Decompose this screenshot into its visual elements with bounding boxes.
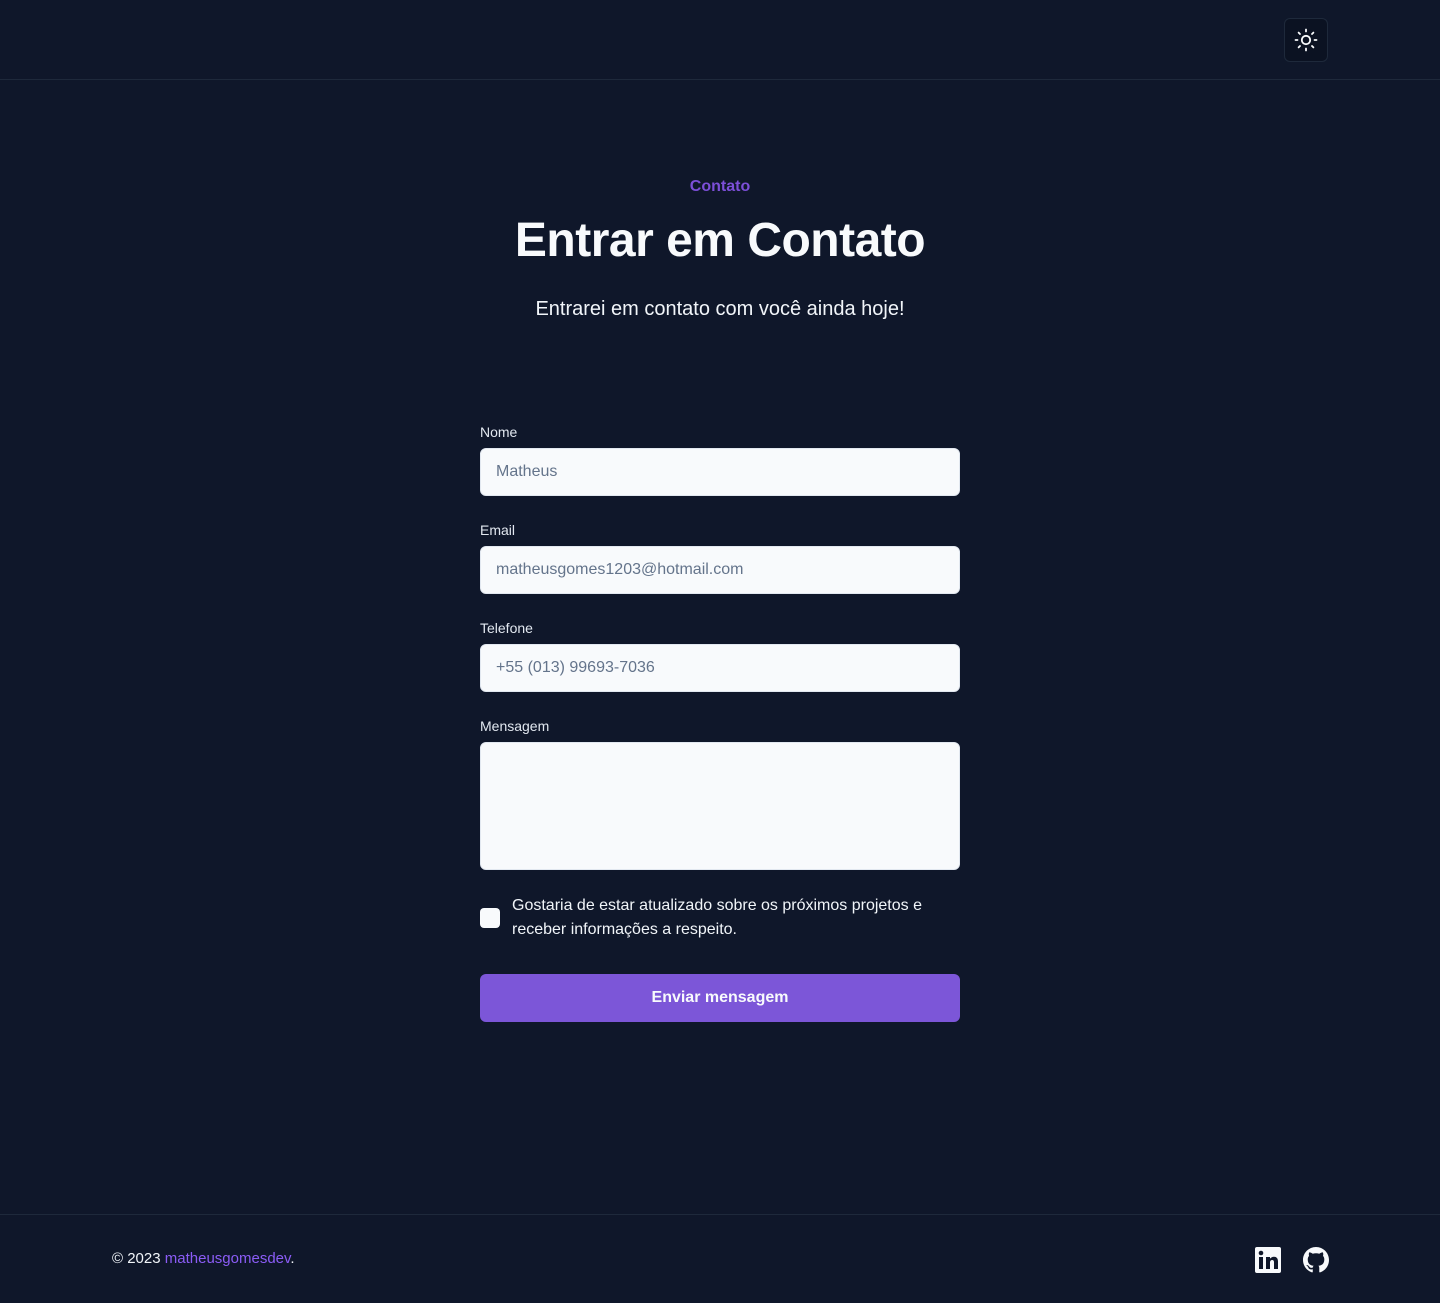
github-link[interactable] bbox=[1303, 1247, 1329, 1273]
footer: © 2023 matheusgomesdev. bbox=[0, 1214, 1440, 1303]
name-input[interactable] bbox=[480, 448, 960, 496]
copyright-prefix: © 2023 bbox=[112, 1250, 165, 1267]
message-label: Mensagem bbox=[480, 718, 550, 734]
github-icon bbox=[1303, 1247, 1329, 1273]
message-textarea[interactable] bbox=[480, 742, 960, 870]
newsletter-checkbox-label[interactable]: Gostaria de estar atualizado sobre os pr… bbox=[512, 894, 962, 942]
linkedin-icon bbox=[1255, 1247, 1281, 1273]
author-link[interactable]: matheusgomesdev bbox=[165, 1250, 291, 1267]
page-title: Entrar em Contato bbox=[514, 214, 926, 267]
top-bar bbox=[0, 0, 1440, 80]
newsletter-checkbox[interactable] bbox=[480, 908, 500, 928]
phone-input[interactable] bbox=[480, 644, 960, 692]
linkedin-link[interactable] bbox=[1255, 1247, 1281, 1273]
copyright: © 2023 matheusgomesdev. bbox=[112, 1250, 295, 1267]
section-eyebrow: Contato bbox=[689, 178, 751, 195]
email-input[interactable] bbox=[480, 546, 960, 594]
sun-icon bbox=[1294, 28, 1318, 52]
name-label: Nome bbox=[480, 424, 518, 440]
email-label: Email bbox=[480, 522, 516, 538]
submit-button[interactable]: Enviar mensagem bbox=[480, 974, 960, 1022]
copyright-suffix: . bbox=[290, 1250, 295, 1267]
phone-label: Telefone bbox=[480, 620, 533, 636]
page-subtitle: Entrarei em contato com você ainda hoje! bbox=[535, 298, 905, 320]
theme-toggle-button[interactable] bbox=[1284, 18, 1328, 62]
